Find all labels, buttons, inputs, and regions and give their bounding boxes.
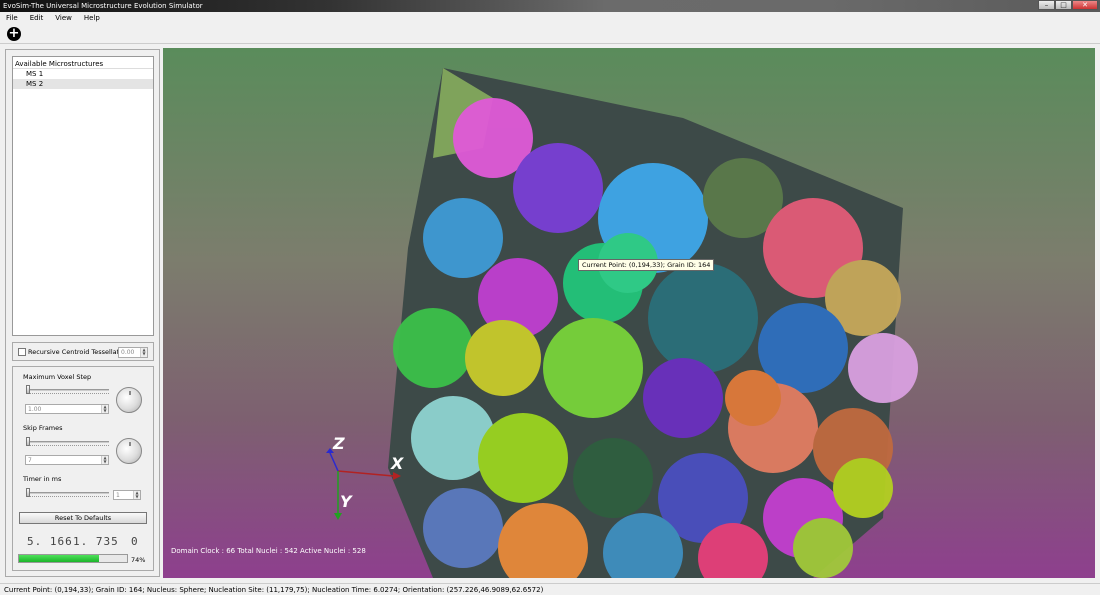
menu-view[interactable]: View <box>49 12 78 24</box>
axis-label-y: Y <box>340 492 352 511</box>
simulation-stats: Domain Clock : 66 Total Nuclei : 542 Act… <box>171 547 366 555</box>
list-item-ms1[interactable]: MS 1 <box>13 69 153 79</box>
menu-bar: File Edit View Help <box>0 12 1100 24</box>
max-voxel-step-label: Maximum Voxel Step <box>23 373 92 381</box>
close-button[interactable]: ✕ <box>1072 0 1098 10</box>
dial-notch <box>129 391 131 395</box>
render-viewport[interactable]: Z X Y Current Point: (0,194,33); Grain I… <box>163 48 1095 578</box>
spin-arrows-icon[interactable]: ▲ ▼ <box>140 348 147 357</box>
skip-frames-dial[interactable] <box>116 438 142 464</box>
window-title: EvoSim-The Universal Microstructure Evol… <box>3 2 203 10</box>
menu-edit[interactable]: Edit <box>24 12 50 24</box>
spin-arrows-icon[interactable]: ▲ ▼ <box>133 491 140 499</box>
menu-file[interactable]: File <box>0 12 24 24</box>
axis-label-z: Z <box>333 434 345 453</box>
microstructure-list: Available Microstructures MS 1 MS 2 <box>12 56 154 336</box>
minimize-button[interactable]: – <box>1038 0 1055 10</box>
toolbar: + <box>0 24 1100 44</box>
microstructure-render <box>326 68 918 578</box>
slider-groove <box>26 441 109 443</box>
left-panel: Available Microstructures MS 1 MS 2 Recu… <box>5 49 160 577</box>
axis-label-x: X <box>391 454 404 473</box>
skip-frames-spinbox[interactable]: 7 ▲ ▼ <box>25 455 109 465</box>
progress-percent: 74% <box>131 556 146 564</box>
max-voxel-step-value: 1.00 <box>28 406 42 413</box>
slider-handle[interactable] <box>26 488 30 497</box>
microstructure-list-header: Available Microstructures <box>13 57 153 69</box>
plus-circle-icon[interactable]: + <box>7 27 21 41</box>
slider-handle[interactable] <box>26 437 30 446</box>
lcd-display-mid: 1. 735 <box>73 535 119 548</box>
max-voxel-step-spinbox[interactable]: 1.00 ▲ ▼ <box>25 404 109 414</box>
max-voxel-step-slider[interactable] <box>26 385 109 394</box>
timer-slider[interactable] <box>26 488 109 497</box>
rct-spinbox[interactable]: 0.00 ▲ ▼ <box>118 347 148 358</box>
list-item-ms2[interactable]: MS 2 <box>13 79 153 89</box>
rct-checkbox[interactable] <box>18 348 26 356</box>
skip-frames-value: 7 <box>28 457 32 464</box>
status-bar: Current Point: (0,194,33); Grain ID: 164… <box>0 583 1100 595</box>
skip-frames-slider[interactable] <box>26 437 109 446</box>
simulation-parameters: Maximum Voxel Step 1.00 ▲ ▼ Skip Frames 7… <box>12 366 154 571</box>
grain-tooltip: Current Point: (0,194,33); Grain ID: 164 <box>578 259 715 271</box>
max-voxel-step-dial[interactable] <box>116 387 142 413</box>
timer-spinbox[interactable]: 1 ▲ ▼ <box>113 490 141 500</box>
rct-value: 0.00 <box>121 349 135 356</box>
rct-label: Recursive Centroid Tessellation <box>28 348 130 356</box>
slider-groove <box>26 492 109 494</box>
spin-arrows-icon[interactable]: ▲ ▼ <box>101 456 108 464</box>
reset-to-defaults-button[interactable]: Reset To Defaults <box>19 512 147 524</box>
timer-label: Timer in ms <box>23 475 62 483</box>
progress-bar <box>18 554 128 563</box>
timer-value: 1 <box>116 492 120 499</box>
lcd-display-right: 0 <box>131 535 139 548</box>
skip-frames-label: Skip Frames <box>23 424 63 432</box>
slider-handle[interactable] <box>26 385 30 394</box>
spin-arrows-icon[interactable]: ▲ ▼ <box>101 405 108 413</box>
rct-group: Recursive Centroid Tessellation 0.00 ▲ ▼ <box>12 342 154 361</box>
maximize-button[interactable]: □ <box>1055 0 1072 10</box>
dial-notch <box>129 442 131 446</box>
slider-groove <box>26 389 109 391</box>
menu-help[interactable]: Help <box>78 12 106 24</box>
lcd-display-left: 5. 166 <box>27 535 73 548</box>
title-bar: EvoSim-The Universal Microstructure Evol… <box>0 0 1100 12</box>
progress-fill <box>19 555 99 562</box>
window-controls: – □ ✕ <box>1038 0 1098 11</box>
